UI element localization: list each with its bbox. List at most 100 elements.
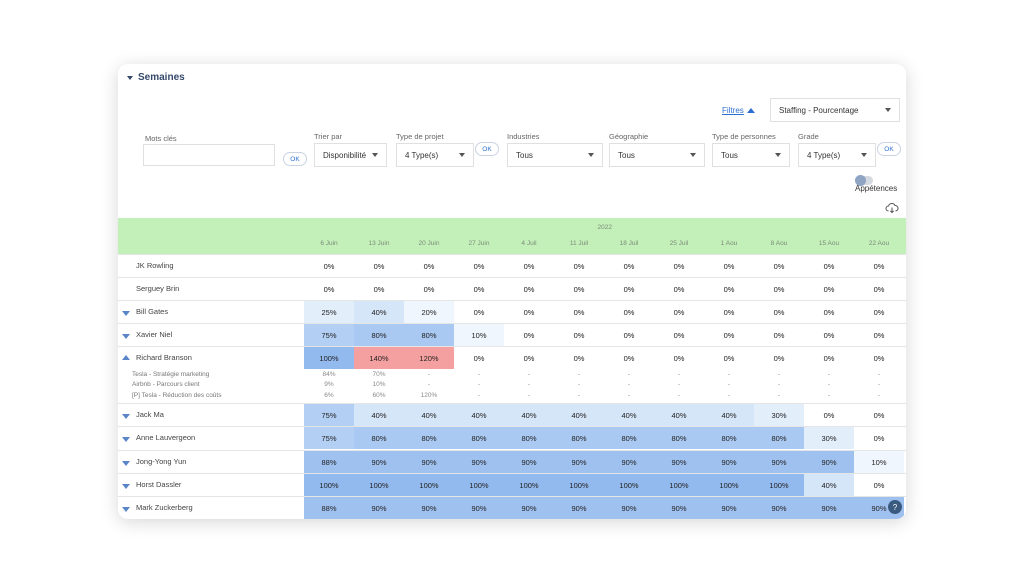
staffing-cell[interactable]: 120% [404,347,454,369]
staffing-cell[interactable]: 0% [404,255,454,277]
table-row[interactable]: Serguey Brin 0% 0% 0% 0% 0% 0% 0% 0% 0% 0% 0% 0% [118,277,906,300]
staffing-cell[interactable]: 0% [304,255,354,277]
staffing-cell[interactable]: 0% [854,474,904,496]
staffing-cell[interactable]: 100% [704,474,754,496]
help-icon[interactable]: ? [888,500,902,514]
staffing-cell[interactable]: 75% [304,404,354,426]
expand-arrow-icon[interactable] [122,311,130,316]
staffing-cell[interactable]: 80% [354,324,404,346]
staffing-cell[interactable]: 10% [454,324,504,346]
staffing-cell[interactable]: 88% [304,497,354,519]
keywords-ok-button[interactable]: OK [283,152,307,166]
staffing-cell[interactable]: 30% [754,404,804,426]
table-row[interactable]: Richard Branson 100% 140% 120% 0% 0% 0% 0% 0% 0% 0… [118,346,906,369]
staffing-cell[interactable]: 0% [854,255,904,277]
sort-select[interactable]: Disponibilité [314,143,387,167]
staffing-cell[interactable]: 40% [704,404,754,426]
staffing-cell[interactable]: 0% [854,347,904,369]
expand-arrow-icon[interactable] [122,414,130,419]
staffing-cell[interactable]: 0% [804,404,854,426]
filters-toggle-link[interactable]: Filtres [722,106,755,115]
table-row[interactable]: Mark Zuckerberg 88% 90% 90% 90% 90% 90% 90% 90% 9… [118,496,906,519]
expand-arrow-icon[interactable] [122,437,130,442]
table-row[interactable]: Jong-Yong Yun 88% 90% 90% 90% 90% 90% 90% 90% 90%… [118,450,906,473]
staffing-cell[interactable]: 0% [554,324,604,346]
staffing-cell[interactable]: 75% [304,427,354,449]
staffing-cell[interactable]: 0% [404,278,454,300]
staffing-cell[interactable]: 90% [504,451,554,473]
staffing-cell[interactable]: 90% [354,497,404,519]
staffing-cell[interactable]: 0% [504,347,554,369]
staffing-cell[interactable]: 90% [704,497,754,519]
staffing-cell[interactable]: 100% [554,474,604,496]
industries-select[interactable]: Tous [507,143,603,167]
staffing-cell[interactable]: 100% [304,474,354,496]
staffing-cell[interactable]: 90% [554,451,604,473]
staffing-cell[interactable]: 0% [354,255,404,277]
staffing-cell[interactable]: 0% [754,301,804,323]
staffing-cell[interactable]: 80% [654,427,704,449]
staffing-cell[interactable]: 0% [704,324,754,346]
staffing-cell[interactable]: 0% [604,278,654,300]
table-row[interactable]: Xavier Niel 75% 80% 80% 10% 0% 0% 0% 0% 0% 0% 0% 0% [118,323,906,346]
staffing-cell[interactable]: 40% [354,404,404,426]
project-type-select[interactable]: 4 Type(s) [396,143,474,167]
staffing-cell[interactable]: 0% [704,255,754,277]
staffing-cell[interactable]: 90% [804,497,854,519]
staffing-cell[interactable]: 80% [554,427,604,449]
staffing-cell[interactable]: 0% [854,404,904,426]
table-row[interactable]: Bill Gates 25% 40% 20% 0% 0% 0% 0% 0% 0% 0% 0% 0% [118,300,906,323]
staffing-cell[interactable]: 0% [654,278,704,300]
table-row[interactable]: Horst Dassler 100% 100% 100% 100% 100% 100% 100… [118,473,906,496]
staffing-cell[interactable]: 90% [754,497,804,519]
staffing-cell[interactable]: 0% [754,278,804,300]
expand-arrow-icon[interactable] [122,507,130,512]
staffing-cell[interactable]: 90% [554,497,604,519]
staffing-cell[interactable]: 0% [654,255,704,277]
staffing-cell[interactable]: 80% [354,427,404,449]
staffing-cell[interactable]: 0% [704,347,754,369]
staffing-cell[interactable]: 80% [754,427,804,449]
staffing-cell[interactable]: 0% [704,278,754,300]
expand-arrow-icon[interactable] [122,334,130,339]
staffing-cell[interactable]: 40% [554,404,604,426]
expand-arrow-icon[interactable] [122,484,130,489]
staffing-cell[interactable]: 40% [504,404,554,426]
staffing-cell[interactable]: 90% [404,497,454,519]
staffing-cell[interactable]: 100% [304,347,354,369]
staffing-cell[interactable]: 100% [354,474,404,496]
staffing-cell[interactable]: 90% [454,497,504,519]
staffing-cell[interactable]: 80% [704,427,754,449]
staffing-cell[interactable]: 90% [704,451,754,473]
staffing-cell[interactable]: 0% [554,301,604,323]
staffing-cell[interactable]: 20% [404,301,454,323]
staffing-cell[interactable]: 0% [654,324,704,346]
staffing-cell[interactable]: 0% [504,278,554,300]
staffing-cell[interactable]: 0% [504,301,554,323]
expand-arrow-icon[interactable] [122,461,130,466]
staffing-cell[interactable]: 100% [454,474,504,496]
staffing-cell[interactable]: 100% [654,474,704,496]
staffing-cell[interactable]: 0% [804,347,854,369]
staffing-cell[interactable]: 0% [454,347,504,369]
staffing-cell[interactable]: 90% [504,497,554,519]
staffing-cell[interactable]: 0% [754,324,804,346]
staffing-cell[interactable]: 0% [604,255,654,277]
staffing-cell[interactable]: 0% [604,301,654,323]
cloud-download-icon[interactable] [885,202,899,214]
staffing-cell[interactable]: 80% [604,427,654,449]
staffing-cell[interactable]: 0% [654,347,704,369]
staffing-cell[interactable]: 90% [804,451,854,473]
staffing-cell[interactable]: 0% [454,301,504,323]
staffing-cell[interactable]: 90% [604,497,654,519]
staffing-cell[interactable]: 90% [604,451,654,473]
table-row[interactable]: Jack Ma 75% 40% 40% 40% 40% 40% 40% 40% 40% 30% 0% 0… [118,403,906,426]
staffing-cell[interactable]: 10% [854,451,904,473]
staffing-cell[interactable]: 80% [404,324,454,346]
staffing-cell[interactable]: 0% [754,255,804,277]
staffing-cell[interactable]: 0% [854,427,904,449]
staffing-cell[interactable]: 0% [604,324,654,346]
collapse-arrow-icon[interactable] [122,355,130,360]
staffing-cell[interactable]: 75% [304,324,354,346]
staffing-cell[interactable]: 40% [654,404,704,426]
